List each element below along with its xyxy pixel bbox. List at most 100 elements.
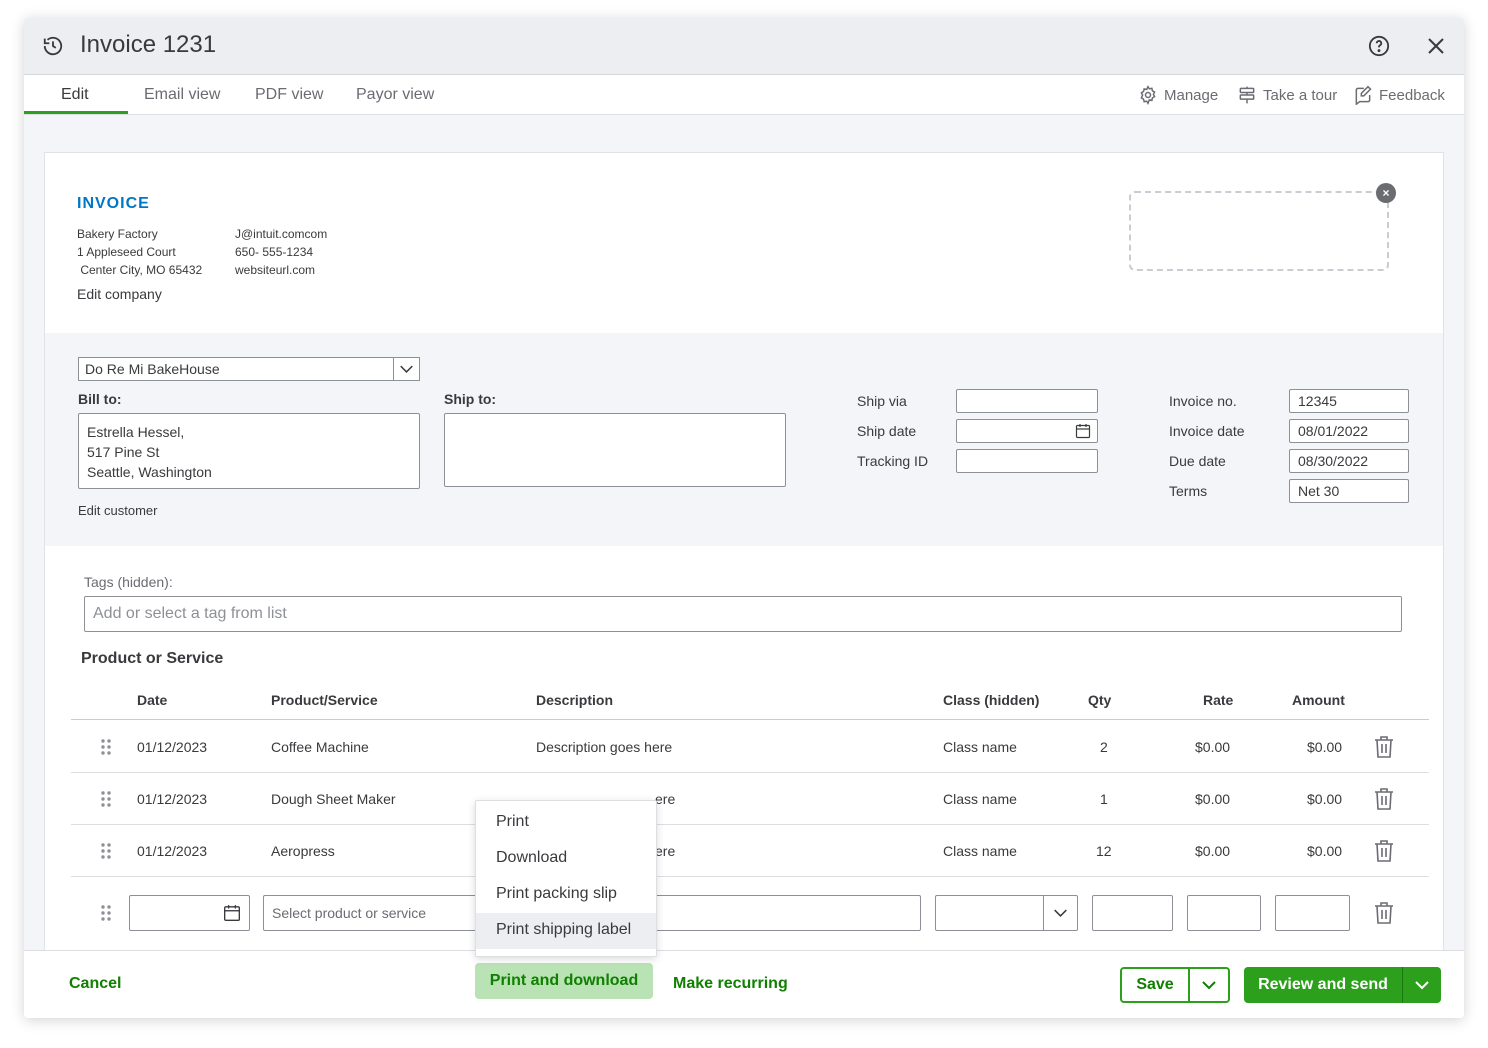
terms-input[interactable]: Net 30 — [1289, 479, 1409, 503]
row-date[interactable]: 01/12/2023 — [137, 843, 207, 859]
manage-button[interactable]: Manage — [1138, 85, 1218, 105]
row-amount[interactable]: $0.00 — [1307, 791, 1342, 807]
new-row-amount-input[interactable] — [1275, 895, 1350, 931]
drag-handle-icon[interactable] — [100, 790, 112, 808]
row-product[interactable]: Aeropress — [271, 843, 335, 859]
menu-item-print-shipping-label[interactable]: Print shipping label — [476, 913, 656, 949]
close-icon[interactable] — [1426, 36, 1446, 56]
company-address-line1: 1 Appleseed Court — [77, 245, 176, 259]
bill-to-line: Estrella Hessel, — [87, 424, 185, 440]
print-download-button[interactable]: Print and download — [475, 963, 653, 999]
review-send-button[interactable]: Review and send — [1244, 967, 1402, 1003]
row-divider — [71, 772, 1429, 773]
row-divider — [71, 824, 1429, 825]
customer-section: Do Re Mi BakeHouse Bill to: Estrella Hes… — [45, 333, 1443, 546]
edit-company-link[interactable]: Edit company — [77, 286, 162, 302]
row-class[interactable]: Class name — [943, 843, 1017, 859]
row-qty[interactable]: 12 — [1096, 843, 1112, 859]
new-row-qty-input[interactable] — [1092, 895, 1173, 931]
remove-logo-icon[interactable]: × — [1376, 183, 1396, 203]
save-button[interactable]: Save — [1122, 969, 1188, 1001]
bill-to-address[interactable]: Estrella Hessel, 517 Pine St Seattle, Wa… — [78, 413, 420, 489]
row-description[interactable]: Description goes here — [536, 739, 672, 755]
menu-item-download[interactable]: Download — [476, 841, 656, 877]
tab-payor-view[interactable]: Payor view — [356, 86, 434, 104]
row-class[interactable]: Class name — [943, 739, 1017, 755]
invoice-window: Invoice 1231 Edit Email view PDF view Pa… — [24, 18, 1464, 1018]
col-header-product: Product/Service — [271, 692, 378, 708]
cancel-button[interactable]: Cancel — [69, 975, 121, 993]
trash-icon[interactable] — [1373, 787, 1395, 811]
feedback-icon — [1355, 85, 1372, 105]
chevron-down-icon[interactable] — [1403, 967, 1441, 1003]
review-send-button-group: Review and send — [1244, 967, 1441, 1003]
tab-email-view[interactable]: Email view — [144, 86, 220, 104]
calendar-icon[interactable] — [1075, 423, 1091, 439]
menu-item-print-packing-slip[interactable]: Print packing slip — [476, 877, 656, 913]
ship-date-input[interactable] — [956, 419, 1098, 443]
edit-customer-link[interactable]: Edit customer — [78, 503, 157, 518]
row-description[interactable]: ere — [655, 791, 675, 807]
drag-handle-icon[interactable] — [100, 842, 112, 860]
row-rate[interactable]: $0.00 — [1195, 791, 1230, 807]
invoice-no-input[interactable]: 12345 — [1289, 389, 1409, 413]
take-tour-button[interactable]: Take a tour — [1237, 85, 1337, 105]
tab-pdf-view[interactable]: PDF view — [255, 86, 323, 104]
tracking-id-input[interactable] — [956, 449, 1098, 473]
tags-input[interactable]: Add or select a tag from list — [84, 596, 1402, 632]
take-tour-label: Take a tour — [1263, 86, 1338, 104]
customer-select[interactable]: Do Re Mi BakeHouse — [78, 357, 420, 381]
feedback-label: Feedback — [1379, 86, 1445, 104]
row-class[interactable]: Class name — [943, 791, 1017, 807]
signpost-icon — [1239, 86, 1255, 104]
row-product[interactable]: Dough Sheet Maker — [271, 791, 396, 807]
row-description[interactable]: ere — [655, 843, 675, 859]
drag-handle-icon[interactable] — [100, 904, 112, 922]
ship-to-address[interactable] — [444, 413, 786, 487]
chevron-down-icon[interactable] — [393, 358, 419, 380]
product-section-title: Product or Service — [81, 650, 224, 667]
history-icon[interactable] — [42, 35, 64, 57]
trash-icon[interactable] — [1373, 735, 1395, 759]
new-row-date-input[interactable] — [129, 895, 250, 931]
new-row-class-select[interactable] — [935, 895, 1078, 931]
invoice-no-label: Invoice no. — [1169, 393, 1237, 409]
ship-to-label: Ship to: — [444, 391, 497, 407]
row-amount[interactable]: $0.00 — [1307, 843, 1342, 859]
title-bar: Invoice 1231 — [24, 18, 1464, 75]
tags-label: Tags (hidden): — [84, 574, 173, 590]
row-amount[interactable]: $0.00 — [1307, 739, 1342, 755]
row-date[interactable]: 01/12/2023 — [137, 739, 207, 755]
calendar-icon[interactable] — [223, 904, 241, 922]
header-divider — [71, 719, 1429, 720]
row-product[interactable]: Coffee Machine — [271, 739, 369, 755]
bill-to-label: Bill to: — [78, 391, 122, 407]
new-row-description-input[interactable] — [653, 895, 921, 931]
tab-edit[interactable]: Edit — [61, 86, 89, 104]
due-date-input[interactable]: 08/30/2022 — [1289, 449, 1409, 473]
invoice-date-label: Invoice date — [1169, 423, 1245, 439]
row-date[interactable]: 01/12/2023 — [137, 791, 207, 807]
row-qty[interactable]: 2 — [1100, 739, 1108, 755]
trash-icon[interactable] — [1373, 901, 1395, 925]
row-rate[interactable]: $0.00 — [1195, 843, 1230, 859]
drag-handle-icon[interactable] — [100, 738, 112, 756]
chevron-down-icon[interactable] — [1190, 969, 1228, 1001]
invoice-date-input[interactable]: 08/01/2022 — [1289, 419, 1409, 443]
gear-icon — [1140, 85, 1156, 105]
make-recurring-button[interactable]: Make recurring — [673, 975, 788, 993]
invoice-heading: INVOICE — [77, 195, 150, 212]
ship-via-input[interactable] — [956, 389, 1098, 413]
print-dropdown-menu: Print Download Print packing slip Print … — [475, 800, 657, 957]
new-row-rate-input[interactable] — [1187, 895, 1261, 931]
help-icon[interactable] — [1368, 35, 1390, 57]
trash-icon[interactable] — [1373, 839, 1395, 863]
row-qty[interactable]: 1 — [1100, 791, 1108, 807]
chevron-down-icon[interactable] — [1043, 896, 1077, 930]
feedback-button[interactable]: Feedback — [1353, 85, 1445, 105]
menu-item-print[interactable]: Print — [476, 805, 656, 841]
row-rate[interactable]: $0.00 — [1195, 739, 1230, 755]
new-row-product-select[interactable]: Select product or service — [263, 895, 487, 931]
col-header-rate: Rate — [1203, 692, 1234, 708]
logo-placeholder[interactable] — [1129, 191, 1389, 271]
